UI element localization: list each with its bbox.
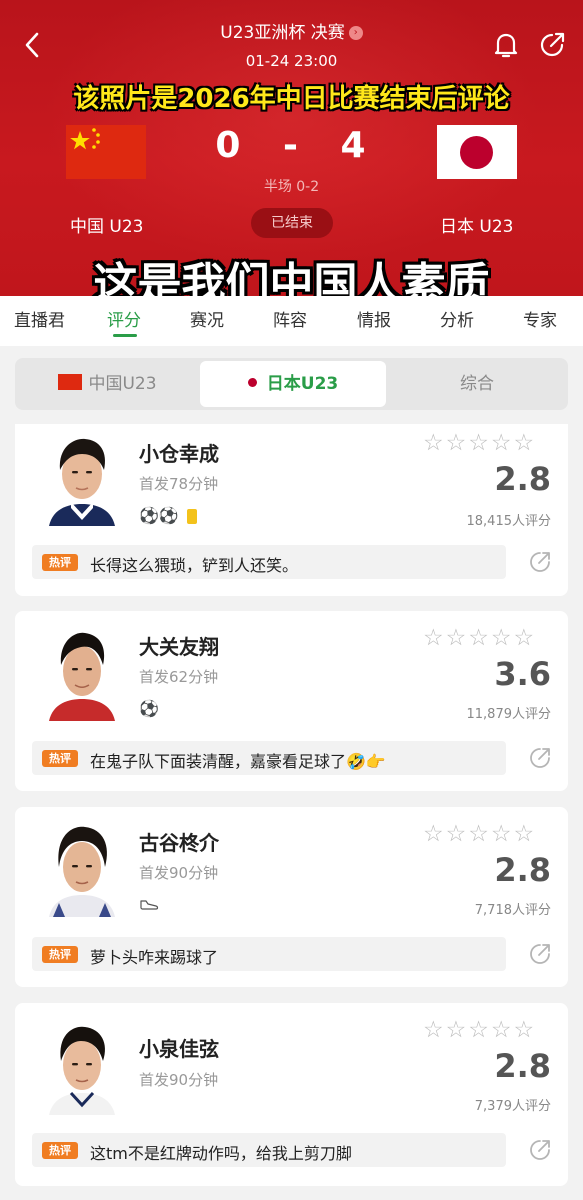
hot-comment-badge: 热评 [42,750,78,767]
bell-icon [494,33,518,58]
hot-comment-text: 这tm不是红牌动作吗，给我上剪刀脚 [90,1144,352,1163]
team-switch-japan-label: 日本U23 [266,374,339,394]
rating-stars[interactable]: ☆☆☆☆☆ [423,625,553,651]
tab-ratings[interactable]: 评分 [107,306,141,331]
player-card[interactable]: 小仓幸成 首发78分钟 ⚽⚽ ☆☆☆☆☆ 2.8 18,415人评分 热评 长得… [15,424,568,596]
player-rating: 2.8 [494,851,551,889]
tab-match-status[interactable]: 赛况 [190,306,224,331]
hot-comment-text: 在鬼子队下面装清醒，嘉豪看足球了🤣👉 [90,752,386,771]
player-rating: 3.6 [494,655,551,693]
tab-intel[interactable]: 情报 [357,306,391,331]
comment-share-button[interactable] [527,1137,553,1163]
goal-icon: ⚽⚽ [139,506,179,525]
goal-icon: ⚽ [139,699,159,718]
player-name: 古谷柊介 [139,831,219,855]
player-minutes: 首发62分钟 [139,668,219,686]
player-minutes: 首发78分钟 [139,475,219,493]
comment-share-button[interactable] [527,941,553,967]
boot-icon [140,900,159,910]
match-status-badge: 已结束 [251,208,333,238]
player-minutes: 首发90分钟 [139,1071,219,1089]
tab-lineup[interactable]: 阵容 [273,306,307,331]
player-avatar [45,821,119,917]
hot-comment-text: 长得这么猥琐，铲到人还笑。 [90,556,299,575]
tab-analysis[interactable]: 分析 [440,306,474,331]
match-header: U23亚洲杯 决赛 › 01-24 23:00 该照片是2026年中日比赛结束后评… [0,0,583,296]
hot-comment-badge: 热评 [42,1142,78,1159]
tab-bar: 直播君 评分 赛况 阵容 情报 分析 专家 [0,296,583,346]
share-icon [530,1140,550,1160]
china-flag-icon [58,374,83,390]
player-events: ⚽ [139,699,159,718]
share-icon [540,32,565,57]
tab-expert[interactable]: 专家 [523,306,557,331]
away-team-name[interactable]: 日本 U23 [440,212,513,237]
player-avatar [45,1019,119,1115]
player-name: 大关友翔 [139,635,219,659]
share-icon [530,944,550,964]
yellow-card-icon [186,509,197,524]
japan-flag-icon [247,377,257,387]
player-name: 小泉佳弦 [139,1037,219,1061]
hot-comment-text: 萝卜头咋来踢球了 [90,948,219,967]
player-rating: 2.8 [494,460,551,498]
tab-live[interactable]: 直播君 [14,306,65,331]
rating-count: 11,879人评分 [466,707,552,722]
team-switch-japan[interactable]: 日本U23 [200,361,386,407]
comment-share-button[interactable] [527,549,553,575]
share-button[interactable] [537,30,567,60]
halftime-score: 半场 0-2 [263,179,320,195]
player-rating: 2.8 [494,1047,551,1085]
home-team-name[interactable]: 中国 U23 [70,212,143,237]
player-avatar [45,625,119,721]
away-score: 4 [340,125,368,166]
home-score: 0 [215,125,243,166]
overlay-caption-bottom: 这是我们中国人素质 [93,259,490,296]
notification-button[interactable] [492,30,520,60]
rating-stars[interactable]: ☆☆☆☆☆ [423,1017,553,1043]
team-switch: 中国U23 日本U23 综合 [15,358,568,410]
competition-label: U23亚洲杯 决赛 [220,23,345,43]
rating-count: 7,718人评分 [474,903,551,918]
rating-count: 7,379人评分 [474,1099,551,1114]
overlay-caption-top: 该照片是2026年中日比赛结束后评论 [73,84,510,114]
hot-comment[interactable]: 热评 这tm不是红牌动作吗，给我上剪刀脚 [32,1133,506,1167]
player-card[interactable]: 古谷柊介 首发90分钟 ☆☆☆☆☆ 2.8 7,718人评分 热评 萝卜头咋来踢… [15,807,568,987]
rating-count: 18,415人评分 [466,514,552,529]
hot-comment[interactable]: 热评 萝卜头咋来踢球了 [32,937,506,971]
player-events: ⚽⚽ [139,506,197,525]
score-separator: - [283,125,300,166]
player-minutes: 首发90分钟 [139,864,219,882]
team-switch-overall[interactable]: 综合 [386,358,568,410]
rating-stars[interactable]: ☆☆☆☆☆ [423,430,553,456]
player-card[interactable]: 大关友翔 首发62分钟 ⚽ ☆☆☆☆☆ 3.6 11,879人评分 热评 在鬼子… [15,611,568,791]
player-avatar [45,430,119,526]
chevron-right-icon: › [348,26,363,40]
player-name: 小仓幸成 [139,442,219,466]
player-card[interactable]: 小泉佳弦 首发90分钟 ☆☆☆☆☆ 2.8 7,379人评分 热评 这tm不是红… [15,1003,568,1186]
hot-comment[interactable]: 热评 在鬼子队下面装清醒，嘉豪看足球了🤣👉 [32,741,506,775]
share-icon [530,748,550,768]
hot-comment[interactable]: 热评 长得这么猥琐，铲到人还笑。 [32,545,506,579]
hot-comment-badge: 热评 [42,946,78,963]
team-switch-china[interactable]: 中国U23 [15,358,200,410]
share-icon [530,552,550,572]
active-tab-indicator [113,334,137,337]
japan-flag-icon [437,125,517,179]
hot-comment-badge: 热评 [42,554,78,571]
team-switch-china-label: 中国U23 [88,374,157,394]
comment-share-button[interactable] [527,745,553,771]
rating-stars[interactable]: ☆☆☆☆☆ [423,821,553,847]
player-events [139,897,159,916]
